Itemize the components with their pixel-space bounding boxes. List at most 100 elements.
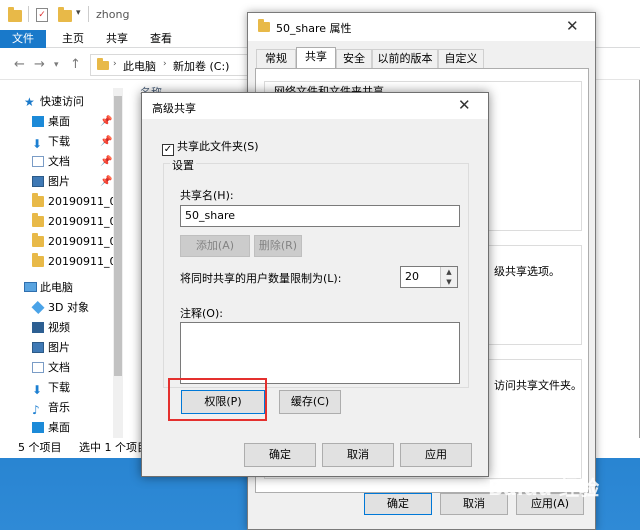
nav-3d-objects[interactable]: 3D 对象: [0, 298, 124, 318]
breadcrumb-separator: ›: [163, 59, 167, 69]
nav-videos[interactable]: 视频: [0, 318, 124, 338]
nav-folder-08[interactable]: 20190911_08: [0, 252, 124, 272]
add-button[interactable]: 添加(A): [180, 235, 250, 257]
recent-chevron-icon[interactable]: ▾: [54, 60, 59, 70]
star-icon: ★: [24, 95, 35, 109]
nav-pictures-pc[interactable]: 图片: [0, 338, 124, 358]
tab-view[interactable]: 查看: [140, 30, 182, 48]
forward-arrow-icon[interactable]: →: [34, 57, 45, 72]
scroll-thumb[interactable]: [114, 96, 122, 376]
tab-share[interactable]: 共享: [96, 30, 138, 48]
document-icon: [32, 156, 44, 167]
nav-folder-05[interactable]: 20190911_05: [0, 192, 124, 212]
status-item-count: 5 个项目: [18, 441, 62, 454]
checkbox-label: 共享此文件夹(S): [177, 140, 259, 153]
tab-home[interactable]: 主页: [52, 30, 94, 48]
settings-legend: 设置: [170, 157, 196, 173]
ok-button[interactable]: 确定: [244, 443, 316, 467]
nav-label: 文档: [48, 361, 70, 374]
stepper-down-icon[interactable]: ▼: [441, 277, 457, 287]
nav-downloads[interactable]: ⬇ 下载 📌: [0, 132, 124, 152]
nav-desktop-pc[interactable]: 桌面: [0, 418, 124, 438]
folder-icon: [32, 253, 44, 267]
folder-icon: [258, 19, 270, 32]
nav-label: 图片: [48, 341, 70, 354]
pin-icon: 📌: [100, 136, 113, 147]
caching-button[interactable]: 缓存(C): [279, 390, 341, 414]
nav-label: 视频: [48, 321, 70, 334]
download-icon: ⬇: [32, 383, 43, 397]
nav-documents[interactable]: 文档 📌: [0, 152, 124, 172]
folder-icon: [32, 233, 44, 247]
nav-quick-access[interactable]: ★ 快速访问: [0, 92, 124, 112]
back-arrow-icon[interactable]: ←: [14, 57, 25, 72]
pin-icon: 📌: [100, 176, 113, 187]
nav-folder-06[interactable]: 20190911_06: [0, 212, 124, 232]
nav-label: 音乐: [48, 401, 70, 414]
breadcrumb-pc[interactable]: 此电脑: [123, 58, 156, 74]
checkbox-checked-icon[interactable]: ✓: [162, 144, 174, 156]
nav-music[interactable]: ♪ 音乐: [0, 398, 124, 418]
nav-desktop[interactable]: 桌面 📌: [0, 112, 124, 132]
stepper-up-icon[interactable]: ▲: [441, 267, 457, 277]
folder-icon: [97, 58, 109, 70]
watermark: Baidu 经验: [488, 476, 600, 500]
new-folder-icon[interactable]: [58, 7, 72, 22]
partial-text: 访问共享文件夹。: [494, 379, 582, 392]
picture-icon: [32, 342, 44, 353]
navigation-pane: ★ 快速访问 桌面 📌 ⬇ 下载 📌 文档 📌 图片 📌 20190911_05: [0, 84, 124, 438]
nav-downloads-pc[interactable]: ⬇ 下载: [0, 378, 124, 398]
user-limit-stepper[interactable]: 20 ▲ ▼: [400, 266, 458, 288]
tab-previous-versions[interactable]: 以前的版本: [372, 49, 438, 69]
nav-label: 图片: [48, 175, 70, 188]
share-name-field[interactable]: 50_share: [180, 205, 460, 227]
nav-label: 桌面: [48, 421, 70, 434]
breadcrumb-drive[interactable]: 新加卷 (C:): [173, 58, 229, 74]
properties-icon[interactable]: ✓: [36, 8, 48, 22]
nav-label: 此电脑: [40, 281, 73, 294]
nav-this-pc[interactable]: 此电脑: [0, 278, 124, 298]
nav-pictures[interactable]: 图片 📌: [0, 172, 124, 192]
picture-icon: [32, 176, 44, 187]
folder-icon: [8, 7, 22, 22]
status-selected: 选中 1 个项目: [79, 441, 148, 454]
stepper-buttons: ▲ ▼: [440, 267, 457, 287]
nav-label: 桌面: [48, 115, 70, 128]
tab-file[interactable]: 文件: [0, 30, 46, 48]
window-title: zhong: [96, 8, 130, 21]
desktop-icon: [32, 422, 44, 433]
apply-button[interactable]: 应用: [400, 443, 472, 467]
pc-icon: [24, 282, 37, 292]
comment-textarea[interactable]: [180, 322, 460, 384]
properties-title: 50_share 属性: [276, 22, 352, 35]
3d-objects-icon: [31, 300, 45, 315]
folder-icon: [32, 213, 44, 227]
nav-label: 快速访问: [40, 95, 84, 108]
share-name-label: 共享名(H):: [180, 189, 234, 202]
tab-security[interactable]: 安全: [336, 49, 372, 69]
close-icon[interactable]: ✕: [566, 17, 579, 35]
nav-folder-07[interactable]: 20190911_07: [0, 232, 124, 252]
chevron-down-icon[interactable]: ▾: [76, 8, 81, 18]
dialog-title: 高级共享: [152, 102, 196, 115]
properties-titlebar: 50_share 属性 ✕: [248, 13, 595, 41]
annotation-highlight: [168, 378, 267, 421]
close-icon[interactable]: ✕: [458, 96, 471, 114]
nav-documents-pc[interactable]: 文档: [0, 358, 124, 378]
ok-button[interactable]: 确定: [364, 493, 432, 515]
nav-label: 下载: [48, 135, 70, 148]
cancel-button[interactable]: 取消: [322, 443, 394, 467]
share-folder-checkbox[interactable]: ✓ 共享此文件夹(S): [162, 138, 259, 156]
user-limit-value[interactable]: 20: [405, 270, 419, 283]
tab-sharing[interactable]: 共享: [296, 47, 336, 69]
nav-scrollbar[interactable]: [113, 88, 123, 438]
up-arrow-icon[interactable]: ↑: [70, 57, 81, 72]
folder-icon: [32, 193, 44, 207]
nav-label: 文档: [48, 155, 70, 168]
partial-text: 级共享选项。: [494, 265, 560, 278]
remove-button[interactable]: 删除(R): [254, 235, 302, 257]
tab-general[interactable]: 常规: [256, 49, 296, 69]
comment-label: 注释(O):: [180, 307, 223, 320]
tab-customize[interactable]: 自定义: [438, 49, 484, 69]
divider: [88, 6, 89, 22]
